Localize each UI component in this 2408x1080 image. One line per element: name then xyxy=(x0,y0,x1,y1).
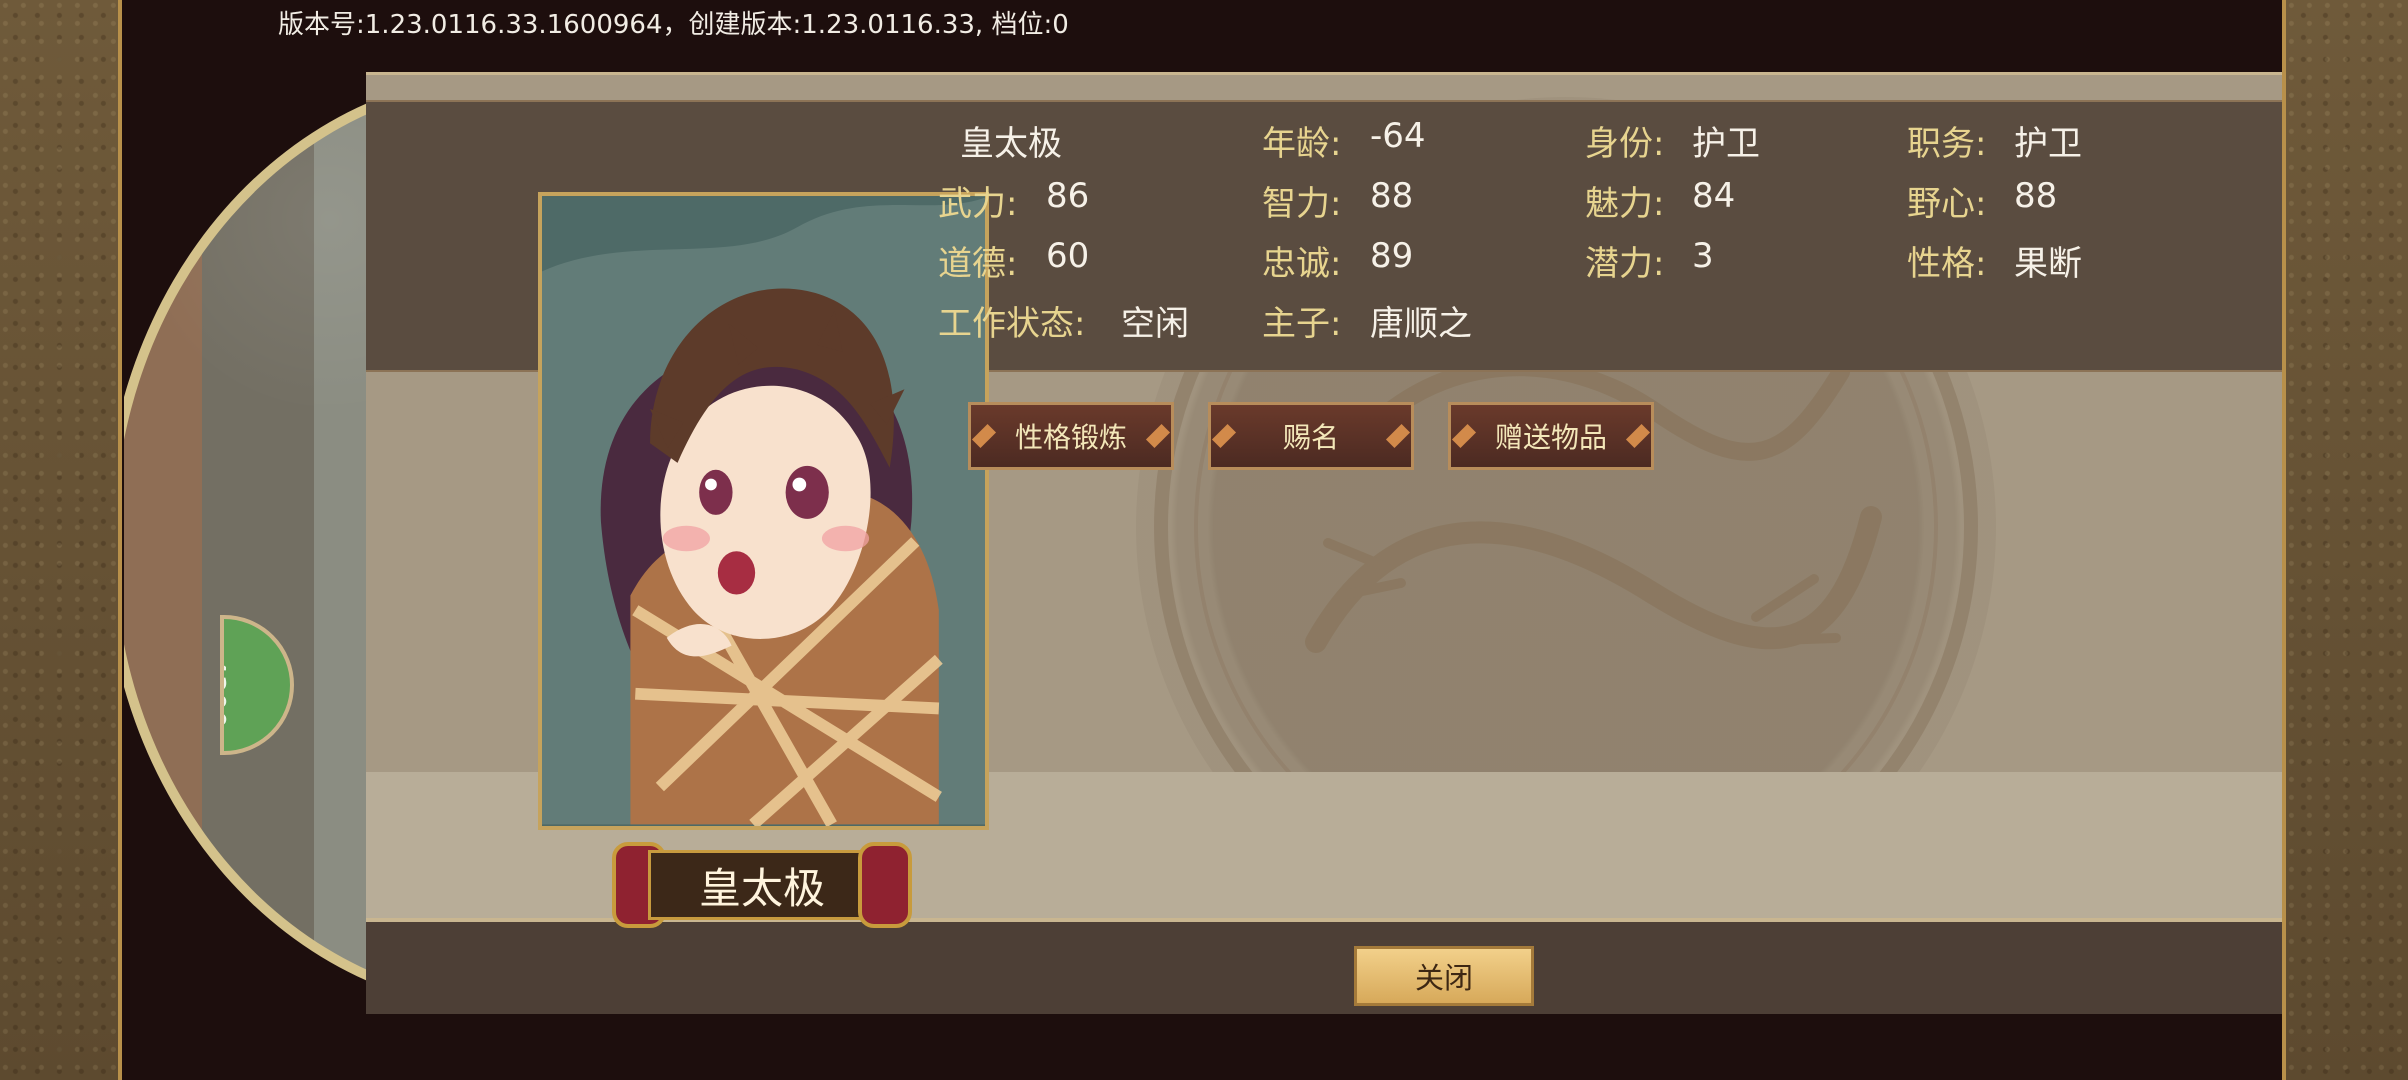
give-item-button[interactable]: 赠送物品 xyxy=(1448,402,1654,470)
intellect-label: 智力: xyxy=(1262,184,1342,224)
morality-value: 60 xyxy=(1046,236,1090,276)
position-label: 职务: xyxy=(1907,124,1987,164)
personality-label: 性格: xyxy=(1907,244,1987,284)
badge-text: 4300 xyxy=(220,657,232,729)
identity-label: 身份: xyxy=(1585,124,1665,164)
personality-value: 果断 xyxy=(2014,244,2082,284)
master-value: 唐顺之 xyxy=(1370,304,1472,344)
character-portrait-card xyxy=(538,192,989,830)
game-window: 版本号:1.23.0116.33.1600964，创建版本:1.23.0116.… xyxy=(118,0,2286,1080)
loyalty-value: 89 xyxy=(1370,236,1414,276)
potential-value: 3 xyxy=(1692,236,1714,276)
name-plate: 皇太极 xyxy=(612,840,912,930)
charm-value: 84 xyxy=(1692,176,1736,216)
age-value: -64 xyxy=(1370,116,1426,156)
close-button[interactable]: 关闭 xyxy=(1354,946,1534,1006)
loyalty-label: 忠诚: xyxy=(1262,244,1342,284)
panel-footer xyxy=(366,918,2282,1014)
ambition-value: 88 xyxy=(2014,176,2058,216)
position-value: 护卫 xyxy=(2014,124,2082,164)
morality-label: 道德: xyxy=(938,244,1018,284)
character-name-heading: 皇太极 xyxy=(960,124,1062,164)
work-status-label: 工作状态: xyxy=(938,304,1086,344)
bestow-name-button[interactable]: 赐名 xyxy=(1208,402,1414,470)
portrait-icon xyxy=(542,197,985,826)
train-personality-button[interactable]: 性格锻炼 xyxy=(968,402,1174,470)
identity-value: 护卫 xyxy=(1692,124,1760,164)
name-plate-text: 皇太极 xyxy=(648,850,876,920)
potential-label: 潜力: xyxy=(1585,244,1665,284)
master-label: 主子: xyxy=(1262,304,1342,344)
ambition-label: 野心: xyxy=(1907,184,1987,224)
version-text: 版本号:1.23.0116.33.1600964，创建版本:1.23.0116.… xyxy=(278,10,1069,40)
age-label: 年龄: xyxy=(1262,124,1342,164)
force-label: 武力: xyxy=(938,184,1018,224)
intellect-value: 88 xyxy=(1370,176,1414,216)
work-status-value: 空闲 xyxy=(1121,304,1189,344)
charm-label: 魅力: xyxy=(1585,184,1665,224)
force-value: 86 xyxy=(1046,176,1090,216)
